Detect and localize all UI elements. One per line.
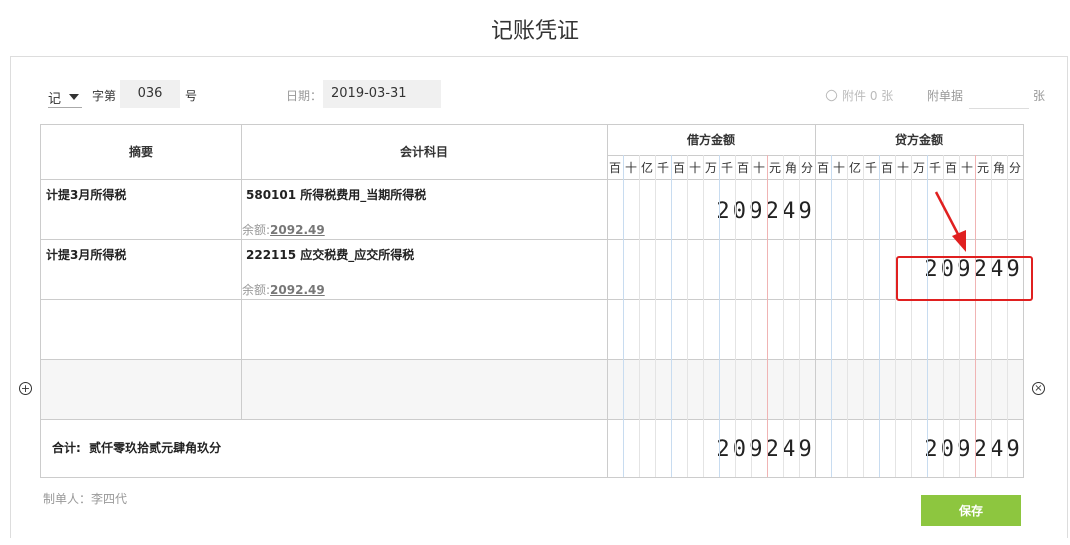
credit-unit-2: 亿: [848, 161, 861, 175]
credit-unit-5: 十: [896, 161, 909, 175]
credit-unit-4: 百: [880, 161, 893, 175]
credit-unit-8: 百: [944, 161, 957, 175]
date-input[interactable]: 2019-03-31: [323, 80, 441, 108]
number-suffix: 号: [185, 89, 198, 103]
row2-balance: 余额:2092.49: [242, 283, 325, 297]
total-debit-amount: 209249: [716, 437, 815, 462]
credit-unit-11: 角: [992, 161, 1005, 175]
row2-account[interactable]: 222115 应交税费_应交所得税: [246, 246, 414, 263]
credit-unit-0: 百: [816, 161, 829, 175]
attachment-text: 附件 0 张: [842, 89, 894, 103]
voucher-type-select[interactable]: 记: [48, 86, 82, 108]
save-button[interactable]: 保存: [921, 495, 1021, 526]
debit-unit-6: 万: [704, 161, 717, 175]
attached-docs-label: 附单据: [927, 89, 964, 103]
attached-docs-input[interactable]: [969, 80, 1029, 109]
debit-unit-7: 千: [720, 161, 733, 175]
total-credit-amount: 209249: [924, 437, 1023, 462]
credit-unit-7: 千: [928, 161, 941, 175]
debit-unit-5: 十: [688, 161, 701, 175]
maker-label: 制单人：李四代: [43, 492, 128, 506]
debit-unit-3: 千: [656, 161, 669, 175]
row1-balance: 余额:2092.49: [242, 223, 325, 237]
char-label: 字第: [92, 89, 117, 103]
annotation-highlight-box: [896, 256, 1033, 301]
row1-summary[interactable]: 计提3月所得税: [46, 186, 126, 203]
close-circle-icon[interactable]: ×: [1032, 382, 1045, 395]
row1-account[interactable]: 580101 所得税费用_当期所得税: [246, 186, 426, 203]
date-label: 日期：: [286, 89, 323, 103]
credit-unit-6: 万: [912, 161, 925, 175]
debit-unit-2: 亿: [640, 161, 653, 175]
attached-docs-suffix: 张: [1033, 89, 1046, 103]
debit-unit-8: 百: [736, 161, 749, 175]
voucher-table: 摘要 会计科目 借方金额 贷方金额 百十亿千百十万千百十元角分 百十亿千百十万千…: [40, 124, 1024, 478]
paperclip-icon: [823, 87, 840, 104]
voucher-number-input[interactable]: 036: [120, 80, 180, 108]
col-account-header: 会计科目: [399, 145, 448, 159]
credit-unit-1: 十: [832, 161, 845, 175]
debit-unit-9: 十: [752, 161, 765, 175]
attachment-link[interactable]: 附件 0 张: [823, 87, 894, 104]
page-title: 记账凭证: [490, 19, 579, 44]
credit-unit-3: 千: [864, 161, 877, 175]
annotation-arrow: [934, 191, 966, 252]
debit-unit-10: 元: [768, 161, 781, 175]
caret-down-icon: [69, 94, 79, 100]
col-credit-header: 贷方金额: [894, 133, 943, 147]
debit-unit-1: 十: [624, 161, 637, 175]
credit-unit-9: 十: [960, 161, 973, 175]
empty-row-highlight: [41, 359, 1023, 419]
debit-unit-11: 角: [784, 161, 797, 175]
credit-unit-10: 元: [976, 161, 989, 175]
total-label: 合计: 贰仟零玖拾贰元肆角玖分: [52, 441, 222, 455]
col-debit-header: 借方金额: [686, 133, 735, 147]
plus-circle-icon[interactable]: +: [19, 382, 32, 395]
col-summary-header: 摘要: [128, 145, 153, 159]
credit-unit-12: 分: [1008, 161, 1021, 175]
debit-unit-0: 百: [608, 161, 621, 175]
voucher-type-value: 记: [48, 92, 62, 107]
debit-unit-4: 百: [672, 161, 685, 175]
row2-summary[interactable]: 计提3月所得税: [46, 246, 126, 263]
debit-unit-12: 分: [800, 161, 813, 175]
row1-debit-amount[interactable]: 209249: [716, 199, 815, 224]
